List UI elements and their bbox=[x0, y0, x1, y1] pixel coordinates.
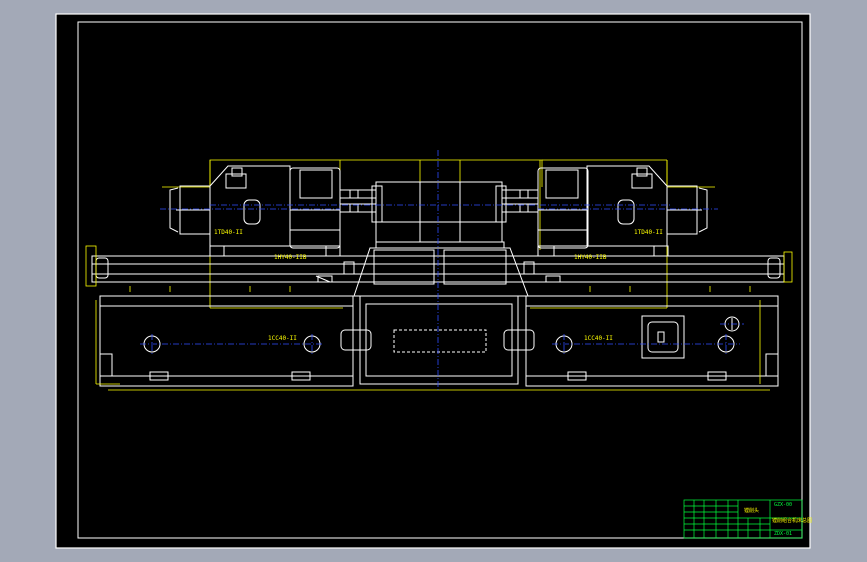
title-drawing-title: 镗削组合机床总图 bbox=[772, 517, 812, 524]
label-left-head: 1TD40-II bbox=[214, 229, 243, 236]
title-school: 镗削头 bbox=[744, 507, 759, 514]
cad-viewport[interactable]: 1TD40-II 1TD40-II 1HY40-IIB 1HY40-IIB 1C… bbox=[0, 0, 867, 562]
label-right-slide: 1HY40-IIB bbox=[574, 254, 607, 261]
label-right-head: 1TD40-II bbox=[634, 229, 663, 236]
label-left-base: 1CC40-II bbox=[268, 335, 297, 342]
label-left-slide: 1HY40-IIB bbox=[274, 254, 307, 261]
drawing-sheet bbox=[55, 13, 811, 549]
title-top-right: GZX-00 bbox=[774, 502, 792, 508]
title-drawing-no: ZDX-01 bbox=[774, 531, 792, 537]
label-right-base: 1CC40-II bbox=[584, 335, 613, 342]
